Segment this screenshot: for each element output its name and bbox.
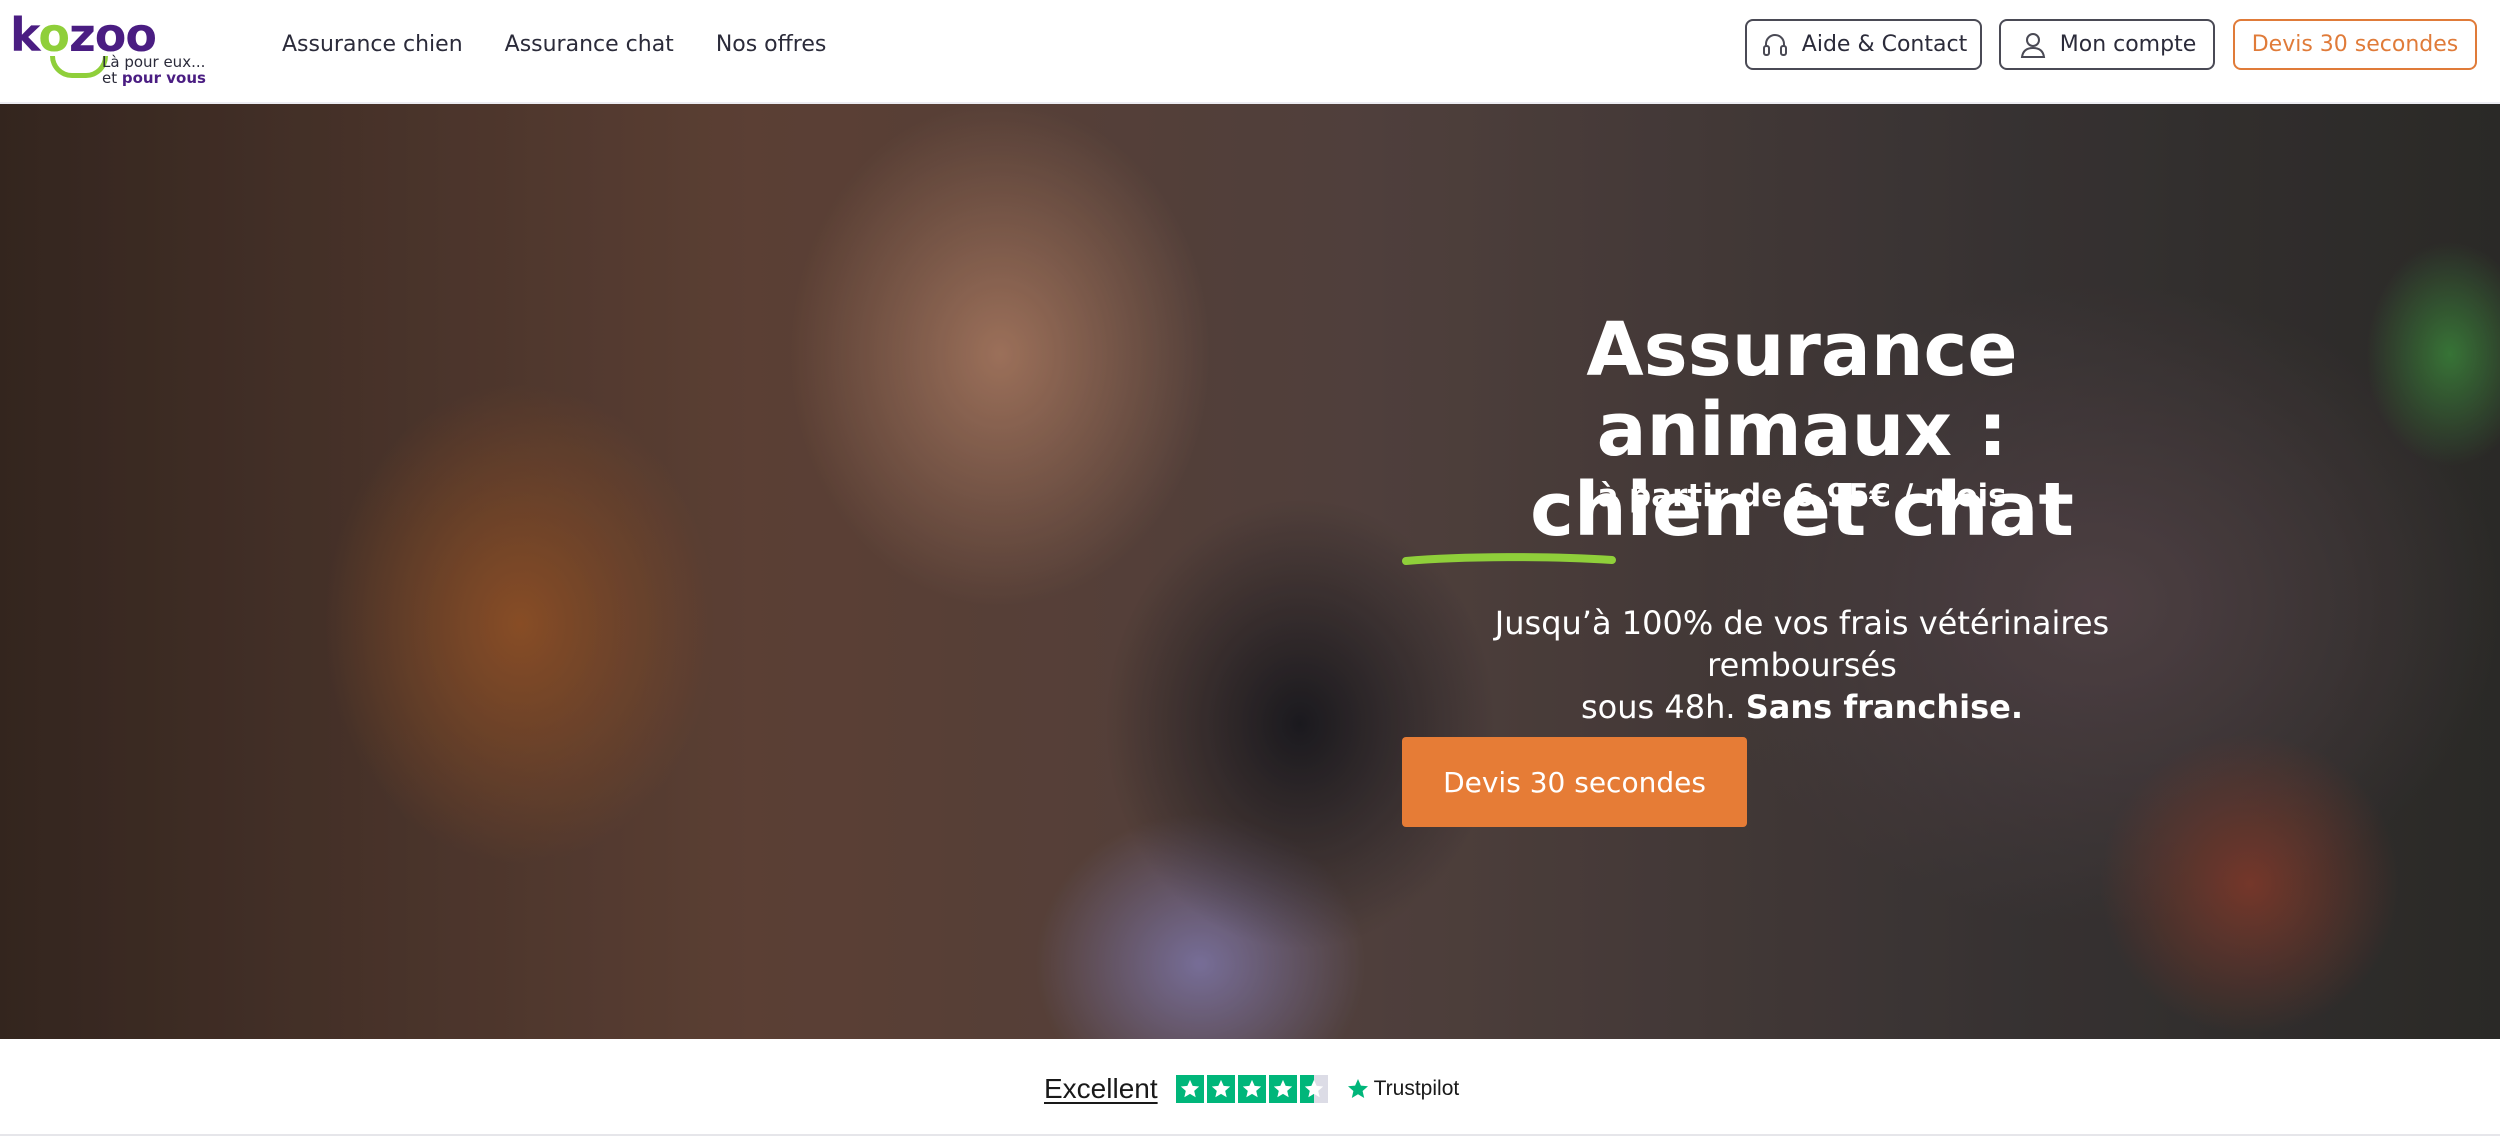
- help-contact-label: Aide & Contact: [1801, 32, 1968, 57]
- kozoo-logo[interactable]: kozoo Là pour eux... et pour vous: [10, 10, 210, 90]
- headset-icon: [1762, 33, 1787, 56]
- green-underline-stroke: [1402, 553, 1616, 565]
- account-label: Mon compte: [2059, 32, 2197, 57]
- help-contact-button[interactable]: Aide & Contact: [1745, 19, 1982, 70]
- hero-quote-button[interactable]: Devis 30 secondes: [1402, 737, 1747, 827]
- nav-item-assurance-chat[interactable]: Assurance chat: [505, 32, 674, 57]
- trustpilot-widget[interactable]: Excellent Trustpilot: [1044, 1069, 1459, 1109]
- star-icon: [1268, 1075, 1297, 1103]
- nav-item-nos-offres[interactable]: Nos offres: [716, 32, 827, 57]
- hero-price: à partir de 6,95€ / mois: [1597, 478, 2007, 514]
- star-icon: [1175, 1075, 1204, 1103]
- star-icon: [1206, 1075, 1235, 1103]
- site-header: kozoo Là pour eux... et pour vous Assura…: [0, 0, 2500, 104]
- star-icon: [1237, 1075, 1266, 1103]
- nav-item-assurance-chien[interactable]: Assurance chien: [282, 32, 463, 57]
- trustpilot-brand-label: Trustpilot: [1373, 1077, 1460, 1100]
- main-nav: Assurance chien Assurance chat Nos offre…: [282, 0, 826, 88]
- hero-banner: Assurance animaux : chien et chat à part…: [0, 104, 2500, 1039]
- hero-description: Jusqu’à 100% de vos frais vétérinaires r…: [1494, 604, 2110, 726]
- user-icon: [2020, 32, 2045, 58]
- trustpilot-bar: Excellent Trustpilot: [0, 1039, 2500, 1136]
- trustpilot-logo: Trustpilot: [1346, 1077, 1460, 1101]
- logo-smile-icon: [50, 56, 108, 78]
- logo-tagline: Là pour eux... et pour vous: [102, 53, 206, 87]
- account-button[interactable]: Mon compte: [1999, 19, 2215, 70]
- trustpilot-star-icon: [1347, 1079, 1368, 1098]
- hero-content: Assurance animaux : chien et chat à part…: [1402, 104, 2202, 1039]
- half-star-icon: [1299, 1075, 1328, 1103]
- header-quote-button[interactable]: Devis 30 secondes: [2233, 19, 2477, 70]
- trustpilot-stars: [1175, 1075, 1328, 1103]
- trustpilot-rating-label[interactable]: Excellent: [1044, 1073, 1158, 1105]
